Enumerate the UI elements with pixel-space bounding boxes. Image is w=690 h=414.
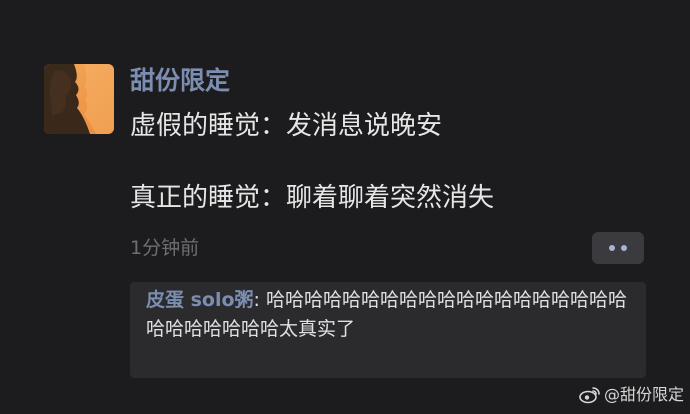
comments-section: 皮蛋 solo粥: 哈哈哈哈哈哈哈哈哈哈哈哈哈哈哈哈哈哈哈哈哈哈哈哈哈哈太真实了 — [130, 282, 646, 378]
watermark: @甜份限定 — [579, 383, 684, 407]
post-text-line-1: 虚假的睡觉：发消息说晚安 — [130, 111, 443, 141]
post-author-name[interactable]: 甜份限定 — [130, 63, 230, 99]
more-dots-icon — [621, 245, 627, 251]
post-text-line-2: 真正的睡觉：聊着聊着突然消失 — [130, 183, 495, 213]
watermark-text: @甜份限定 — [603, 385, 684, 404]
post-timestamp: 1分钟前 — [130, 237, 200, 259]
more-dots-icon — [609, 245, 615, 251]
comment-separator: : — [253, 289, 266, 311]
comment-item[interactable]: 皮蛋 solo粥: 哈哈哈哈哈哈哈哈哈哈哈哈哈哈哈哈哈哈哈哈哈哈哈哈哈哈太真实了 — [146, 286, 632, 344]
more-actions-button[interactable] — [592, 232, 644, 264]
comment-author[interactable]: 皮蛋 solo粥 — [146, 289, 254, 311]
avatar[interactable] — [44, 64, 114, 134]
moments-feed: 甜份限定 虚假的睡觉：发消息说晚安 真正的睡觉：聊着聊着突然消失 1分钟前 皮蛋… — [0, 0, 690, 414]
weibo-logo-icon — [579, 387, 600, 404]
avatar-image — [44, 64, 114, 134]
